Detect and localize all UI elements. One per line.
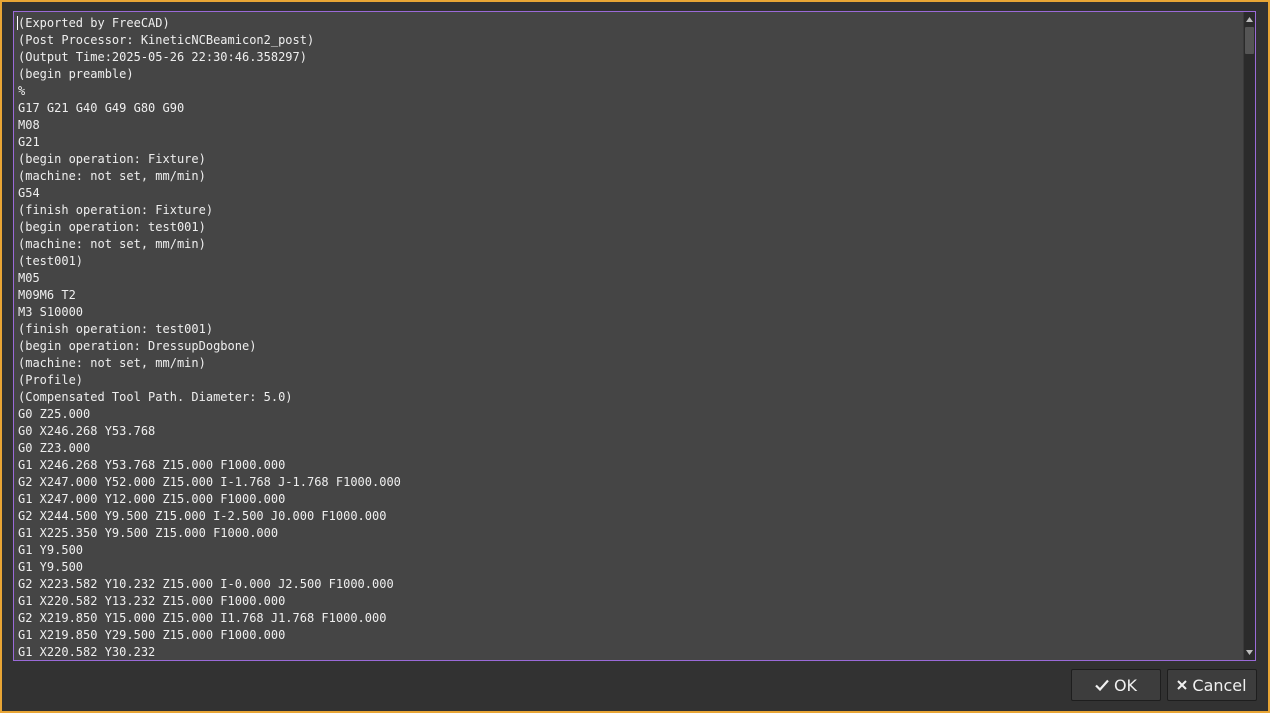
- cancel-button-label: Cancel: [1192, 675, 1247, 695]
- gcode-line: G1 X247.000 Y12.000 Z15.000 F1000.000: [18, 492, 286, 506]
- gcode-line: G2 X247.000 Y52.000 Z15.000 I-1.768 J-1.…: [18, 475, 401, 489]
- gcode-line: M3 S10000: [18, 305, 84, 319]
- gcode-line: G1 Y9.500: [18, 543, 84, 557]
- gcode-line: (finish operation: Fixture): [18, 203, 214, 217]
- gcode-line: (machine: not set, mm/min): [18, 169, 206, 183]
- gcode-line: G1 X220.582 Y30.232: [18, 645, 156, 659]
- gcode-line: G0 Z23.000: [18, 441, 91, 455]
- gcode-line: G2 X244.500 Y9.500 Z15.000 I-2.500 J0.00…: [18, 509, 387, 523]
- gcode-text-editor[interactable]: (Exported by FreeCAD) (Post Processor: Ki…: [13, 11, 1256, 661]
- gcode-line: (begin operation: test001): [18, 220, 206, 234]
- gcode-line: (Compensated Tool Path. Diameter: 5.0): [18, 390, 293, 404]
- gcode-line: M05: [18, 271, 40, 285]
- gcode-line: G1 X220.582 Y13.232 Z15.000 F1000.000: [18, 594, 286, 608]
- gcode-line: G17 G21 G40 G49 G80 G90: [18, 101, 185, 115]
- scroll-up-icon[interactable]: [1244, 14, 1255, 25]
- gcode-line: %: [18, 84, 26, 98]
- scroll-thumb[interactable]: [1245, 27, 1254, 54]
- gcode-line: G1 X246.268 Y53.768 Z15.000 F1000.000: [18, 458, 286, 472]
- gcode-line: (Profile): [18, 373, 84, 387]
- gcode-line: G54: [18, 186, 40, 200]
- gcode-line: G0 Z25.000: [18, 407, 91, 421]
- gcode-line: (machine: not set, mm/min): [18, 237, 206, 251]
- gcode-line: (Exported by FreeCAD): [18, 16, 170, 30]
- gcode-line: G0 X246.268 Y53.768: [18, 424, 156, 438]
- gcode-line: M09M6 T2: [18, 288, 76, 302]
- gcode-line: M08: [18, 118, 40, 132]
- gcode-line: (begin operation: Fixture): [18, 152, 206, 166]
- gcode-line: (Output Time:2025-05-26 22:30:46.358297): [18, 50, 307, 64]
- gcode-line: G1 X225.350 Y9.500 Z15.000 F1000.000: [18, 526, 279, 540]
- gcode-line: (machine: not set, mm/min): [18, 356, 206, 370]
- gcode-line: G21: [18, 135, 40, 149]
- gcode-line: (Post Processor: KineticNCBeamicon2_post…: [18, 33, 315, 47]
- ok-button[interactable]: OK: [1071, 669, 1161, 701]
- gcode-line: (begin operation: DressupDogbone): [18, 339, 257, 353]
- gcode-line: (test001): [18, 254, 84, 268]
- scroll-down-icon[interactable]: [1244, 647, 1255, 658]
- cancel-button[interactable]: Cancel: [1167, 669, 1257, 701]
- check-icon: [1095, 679, 1109, 691]
- ok-button-label: OK: [1113, 675, 1138, 695]
- gcode-line: G2 X219.850 Y15.000 Z15.000 I1.768 J1.76…: [18, 611, 387, 625]
- gcode-line: G1 X219.850 Y29.500 Z15.000 F1000.000: [18, 628, 286, 642]
- vertical-scrollbar[interactable]: [1243, 12, 1255, 660]
- gcode-line: (finish operation: test001): [18, 322, 214, 336]
- gcode-line: G1 Y9.500: [18, 560, 84, 574]
- gcode-lines: (Exported by FreeCAD) (Post Processor: Ki…: [18, 15, 1241, 660]
- gcode-line: G2 X223.582 Y10.232 Z15.000 I-0.000 J2.5…: [18, 577, 394, 591]
- gcode-line: (begin preamble): [18, 67, 134, 81]
- gcode-export-dialog: (Exported by FreeCAD) (Post Processor: Ki…: [2, 2, 1268, 711]
- close-icon: [1177, 680, 1188, 690]
